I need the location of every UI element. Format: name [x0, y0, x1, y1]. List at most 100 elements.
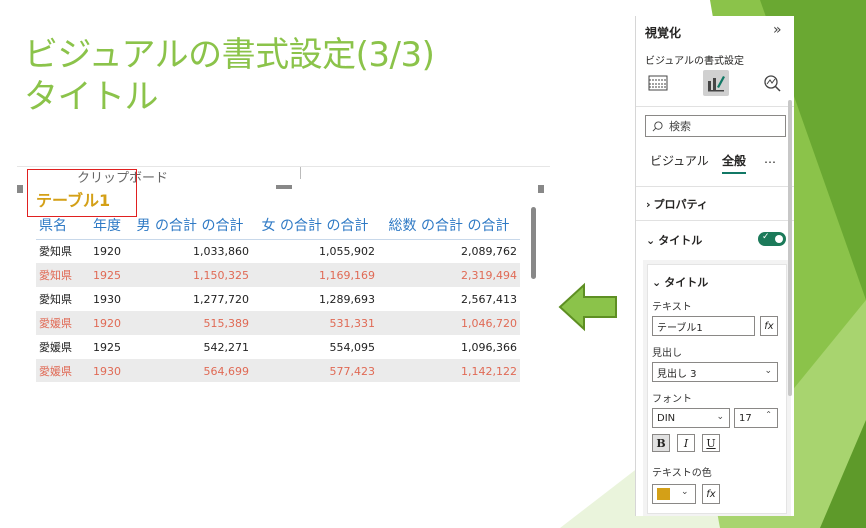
bold-button[interactable]: B: [652, 434, 670, 452]
chevron-right-icon: ›: [646, 197, 651, 211]
divider: [636, 106, 794, 107]
slide-title-line2: タイトル: [24, 77, 159, 117]
check-icon: ✓: [762, 232, 770, 242]
font-family-value: DIN: [657, 412, 676, 424]
color-fx-button[interactable]: fx: [702, 484, 720, 504]
cell: 2,089,762: [461, 244, 517, 258]
title-section[interactable]: ⌄ タイトル: [646, 232, 702, 248]
cell: 1925: [90, 263, 128, 287]
more-options-icon[interactable]: …: [764, 152, 776, 166]
chevron-down-icon: ⌄: [646, 233, 656, 247]
tab-visual[interactable]: ビジュアル: [650, 152, 709, 169]
column-header[interactable]: 女 の合計 の合計: [252, 211, 378, 240]
cell: 577,423: [252, 359, 378, 382]
cell: 2,567,413: [461, 292, 517, 306]
slide-title-line1: ビジュアルの書式設定(3/3): [24, 35, 435, 75]
cell: 1920: [93, 244, 121, 258]
table-row: 愛媛県 1930 564,699 577,423 1,142,122: [36, 359, 520, 382]
heading-label: 見出し: [652, 348, 682, 359]
visualizations-panel: 視覚化 » ビジュアルの書式設定 検索 ビジュアル 全般 … › プロパティ ⌄…: [635, 16, 794, 516]
font-size-value: 17: [739, 412, 752, 424]
format-visual-icon[interactable]: [703, 70, 729, 96]
cell: 1925: [93, 340, 121, 354]
cell: 515,389: [128, 311, 252, 335]
cell: 愛媛県: [39, 341, 72, 354]
table-row: 愛知県 1930 1,277,720 1,289,693 2,567,413: [36, 287, 520, 311]
cell: 1930: [93, 292, 121, 306]
column-header[interactable]: 年度: [90, 211, 128, 240]
chevron-down-icon: ⌄: [764, 366, 772, 376]
table-scrollbar[interactable]: [531, 207, 536, 279]
tab-general[interactable]: 全般: [722, 152, 747, 174]
data-table: 県名 年度 男 の合計 の合計 女 の合計 の合計 総数 の合計 の合計 愛知県…: [36, 211, 520, 382]
cell: 1,277,720: [193, 292, 249, 306]
cell: 愛知県: [39, 293, 72, 306]
column-header[interactable]: 総数 の合計 の合計: [378, 211, 520, 240]
search-icon: [652, 120, 663, 131]
visual-title: テーブル1: [36, 191, 111, 210]
resize-handle-left[interactable]: [17, 185, 23, 193]
cell: 1930: [90, 359, 128, 382]
divider: [300, 167, 301, 179]
table-row: 愛媛県 1925 542,271 554,095 1,096,366: [36, 335, 520, 359]
title-section-label: タイトル: [658, 234, 703, 247]
font-size-stepper[interactable]: 17 ⌃: [734, 408, 778, 428]
cell: 1,033,860: [193, 244, 249, 258]
cell: 愛媛県: [36, 359, 90, 382]
cell: 531,331: [252, 311, 378, 335]
cell: 1,046,720: [378, 311, 520, 335]
table-row: 愛知県 1925 1,150,325 1,169,169 2,319,494: [36, 263, 520, 287]
divider: [636, 220, 794, 221]
cell: 1,150,325: [128, 263, 252, 287]
fx-button[interactable]: fx: [760, 316, 778, 336]
divider: [636, 186, 794, 187]
panel-title: 視覚化: [645, 26, 682, 40]
text-color-label: テキストの色: [652, 468, 712, 479]
collapse-panel-icon[interactable]: »: [773, 22, 782, 38]
build-visual-icon[interactable]: [645, 70, 671, 96]
text-label: テキスト: [652, 302, 692, 313]
title-subsection-label: タイトル: [664, 276, 709, 289]
table-row: 愛知県 1920 1,033,860 1,055,902 2,089,762: [36, 239, 520, 263]
search-input[interactable]: 検索: [645, 115, 786, 137]
cell: 1,289,693: [319, 292, 375, 306]
panel-scrollbar[interactable]: [788, 100, 792, 396]
cell: 1920: [90, 311, 128, 335]
chevron-down-icon: ⌄: [652, 275, 662, 289]
cell: 542,271: [203, 340, 250, 354]
cell: 554,095: [329, 340, 376, 354]
font-label: フォント: [652, 394, 692, 405]
text-color-picker[interactable]: ⌄: [652, 484, 696, 504]
chevron-down-icon: ⌄: [681, 487, 689, 497]
heading-select[interactable]: 見出し 3 ⌄: [652, 362, 778, 382]
title-toggle[interactable]: ✓: [758, 232, 786, 246]
column-header[interactable]: 県名: [36, 211, 90, 240]
title-subsection[interactable]: ⌄ タイトル: [652, 274, 708, 290]
cell: 愛媛県: [36, 311, 90, 335]
cell: 564,699: [128, 359, 252, 382]
cell: 1,096,366: [461, 340, 517, 354]
cell: 1,142,122: [378, 359, 520, 382]
title-text-input[interactable]: テーブル1: [652, 316, 755, 336]
title-text-value: テーブル1: [657, 322, 703, 334]
slide: ビジュアルの書式設定(3/3) タイトル クリップボード テーブル1 県名 年度…: [0, 0, 866, 528]
drag-handle[interactable]: [276, 185, 292, 189]
panel-subtitle: ビジュアルの書式設定: [645, 56, 744, 67]
table-row: 愛媛県 1920 515,389 531,331 1,046,720: [36, 311, 520, 335]
underline-button[interactable]: U: [702, 434, 720, 452]
chevron-down-icon: ⌄: [716, 412, 724, 422]
column-header[interactable]: 男 の合計 の合計: [128, 211, 252, 240]
properties-section[interactable]: › プロパティ: [646, 196, 708, 212]
left-arrow-icon: [558, 282, 617, 332]
font-family-select[interactable]: DIN ⌄: [652, 408, 730, 428]
search-placeholder: 検索: [669, 120, 691, 133]
properties-label: プロパティ: [653, 198, 708, 211]
italic-button[interactable]: I: [677, 434, 695, 452]
stepper-icon: ⌃: [765, 410, 772, 419]
resize-handle-right[interactable]: [538, 185, 544, 193]
cell: 愛知県: [36, 263, 90, 287]
cell: 愛知県: [39, 245, 72, 259]
table-visual[interactable]: クリップボード テーブル1 県名 年度 男 の合計 の合計 女 の合計 の合計 …: [17, 166, 550, 382]
slide-title: ビジュアルの書式設定(3/3) タイトル: [24, 34, 435, 118]
analytics-icon[interactable]: [759, 70, 785, 96]
